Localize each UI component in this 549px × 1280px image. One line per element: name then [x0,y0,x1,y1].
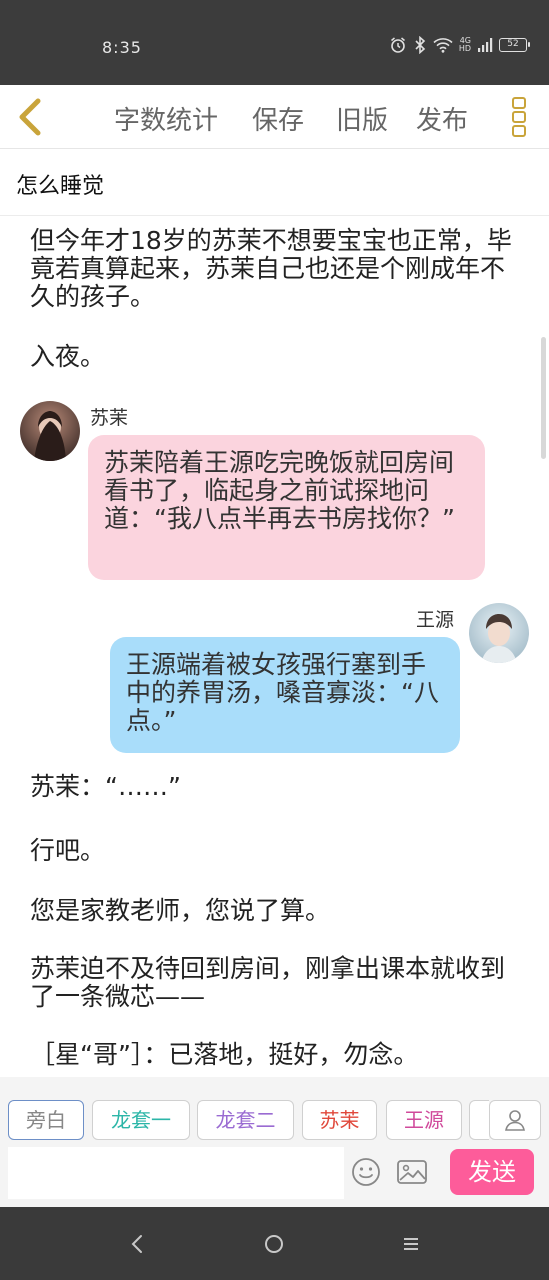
nav-back-icon [131,1235,142,1253]
chat-bubble-left[interactable]: 苏茉陪着王源吃完晚饭就回房间看书了，临起身之前试探地问道：“我八点半再去书房找你… [88,435,485,580]
person-icon [505,1110,525,1131]
publish-button[interactable]: 发布 [416,100,468,137]
battery-indicator: 52 [499,38,530,52]
chat-bubble-right[interactable]: 王源端着被女孩强行塞到手中的养胃汤，嗓音寡淡：“八点。” [110,637,460,753]
role-extra-one-button[interactable]: 龙套一 [92,1100,190,1140]
nav-back-button[interactable] [120,1227,154,1261]
composer-area: 旁白 龙套一 龙套二 苏茉 王源 发送 [0,1077,549,1207]
bluetooth-icon [415,36,425,54]
role-overflow-button[interactable] [469,1100,489,1140]
nav-home-button[interactable] [257,1227,291,1261]
image-button[interactable] [396,1157,428,1187]
paragraph: 入夜。 [30,342,106,371]
word-count-button[interactable]: 字数统计 [114,100,218,137]
editor-toolbar: 字数统计 保存 旧版 发布 [0,85,549,149]
status-bar: 8:35 4G HD 52 [0,0,549,85]
role-wangyuan-button[interactable]: 王源 [386,1100,462,1140]
back-button[interactable] [10,95,50,139]
message-input[interactable] [8,1147,344,1199]
avatar-sumo[interactable] [20,401,80,461]
nav-menu-icon [404,1238,418,1250]
paragraph: ［星“哥”］：已落地，挺好，勿念。 [30,1040,419,1069]
emoji-button[interactable] [351,1157,381,1187]
chevron-left-icon [19,98,41,136]
speaker-name: 苏茉 [90,407,129,429]
status-time: 8:35 [102,38,142,57]
paragraph: 但今年才18岁的苏茉不想要宝宝也正常，毕竟若真算起来，苏茉自己也还是个刚成年不久… [30,226,512,311]
status-icons: 4G HD 52 [389,36,530,54]
network-type: 4G HD [459,37,471,53]
story-content[interactable]: 但今年才18岁的苏茉不想要宝宝也正常，毕竟若真算起来，苏茉自己也还是个刚成年不久… [0,217,549,1077]
smiley-icon [352,1158,380,1186]
nav-menu-button[interactable] [394,1227,428,1261]
image-icon [397,1160,427,1184]
three-square-menu-icon [512,97,526,109]
save-button[interactable]: 保存 [252,100,304,137]
avatar-image [469,603,529,663]
role-extra-two-button[interactable]: 龙套二 [197,1100,294,1140]
menu-square [512,125,526,137]
role-manage-button[interactable] [489,1100,541,1140]
system-nav-bar [0,1207,549,1280]
nav-home-icon [265,1235,283,1253]
paragraph: 苏茉迫不及待回到房间，刚拿出课本就收到了一条微芯—— [30,954,506,1011]
role-narrator-button[interactable]: 旁白 [8,1100,84,1140]
paragraph: 苏茉：“……” [30,772,181,801]
hd-label: HD [458,44,471,53]
send-button[interactable]: 发送 [450,1149,534,1195]
speaker-name: 王源 [416,609,455,631]
avatar-image [20,401,80,461]
chapter-title[interactable]: 怎么睡觉 [0,150,549,216]
old-version-button[interactable]: 旧版 [336,100,388,137]
scrollbar[interactable] [541,337,546,459]
menu-square [512,111,526,123]
alarm-icon [390,37,405,53]
wifi-icon [433,38,453,53]
role-sumo-button[interactable]: 苏茉 [302,1100,377,1140]
more-menu-button[interactable] [506,95,532,139]
paragraph: 行吧。 [30,836,106,865]
paragraph: 您是家教老师，您说了算。 [30,896,331,925]
signal-icon [478,38,493,52]
avatar-wangyuan[interactable] [469,603,529,663]
